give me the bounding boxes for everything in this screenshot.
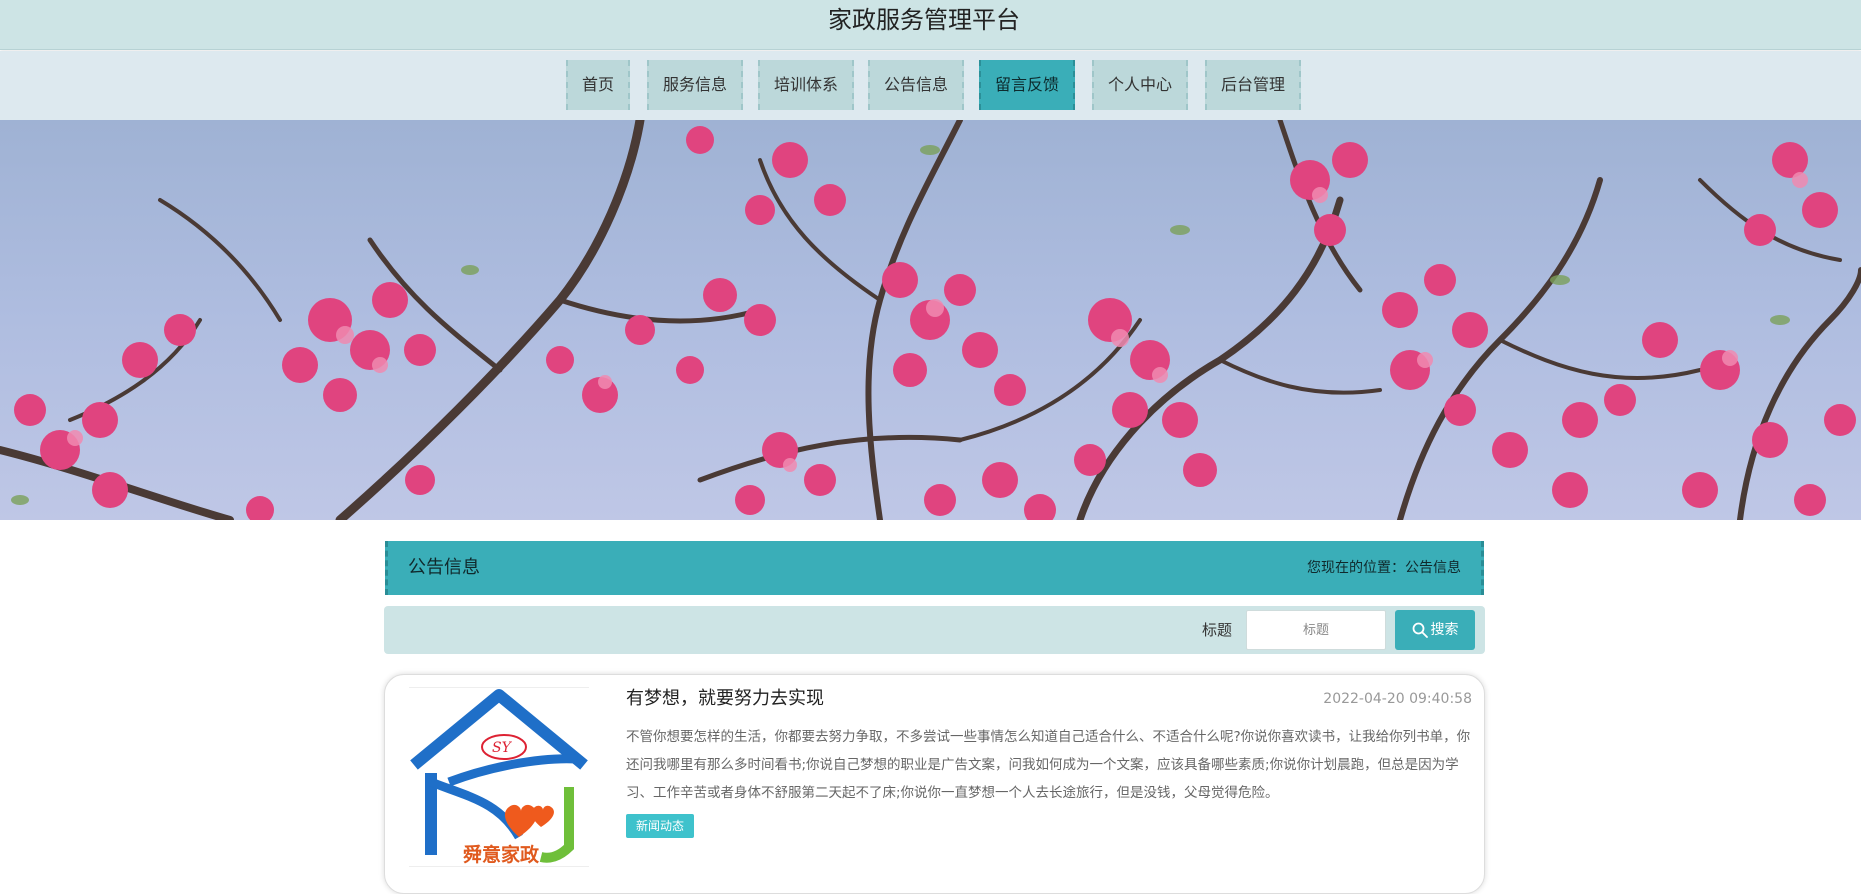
company-logo: SY 舜意家政 — [409, 686, 589, 868]
site-title: 家政服务管理平台 — [828, 6, 1020, 34]
nav-item-announcements[interactable]: 公告信息 — [868, 60, 964, 110]
nav-item-services[interactable]: 服务信息 — [647, 60, 743, 110]
news-card[interactable]: SY 舜意家政 有梦想，就要努力去实现 2022-04-20 09:40:58 … — [384, 674, 1485, 894]
nav-item-personal-center[interactable]: 个人中心 — [1092, 60, 1188, 110]
search-button-label: 搜索 — [1430, 622, 1459, 638]
search-label: 标题 — [1202, 621, 1233, 639]
cherry-blossom-illustration — [0, 120, 1861, 520]
logo-mark-text: SY — [492, 740, 513, 756]
nav-item-admin[interactable]: 后台管理 — [1205, 60, 1301, 110]
news-title[interactable]: 有梦想，就要努力去实现 — [626, 687, 824, 711]
section-title: 公告信息 — [408, 557, 480, 578]
search-button[interactable]: 搜索 — [1395, 610, 1475, 650]
logo-text: 舜意家政 — [463, 843, 540, 866]
news-excerpt: 不管你想要怎样的生活，你都要去努力争取，不多尝试一些事情怎么知道自己适合什么、不… — [626, 729, 1471, 801]
news-date: 2022-04-20 09:40:58 — [1323, 691, 1472, 707]
section-header: 公告信息 您现在的位置：公告信息 — [385, 541, 1484, 595]
breadcrumb: 您现在的位置：公告信息 — [1307, 560, 1461, 576]
magnifier-icon — [1412, 622, 1428, 638]
nav-item-feedback[interactable]: 留言反馈 — [979, 60, 1075, 110]
news-thumbnail[interactable]: SY 舜意家政 — [409, 686, 589, 868]
nav-item-training[interactable]: 培训体系 — [758, 60, 854, 110]
banner-image — [0, 120, 1861, 520]
search-bar: 标题 搜索 — [384, 606, 1485, 654]
search-input[interactable] — [1246, 610, 1386, 650]
nav-item-home[interactable]: 首页 — [566, 60, 630, 110]
main-nav: 首页 服务信息 培训体系 公告信息 留言反馈 个人中心 后台管理 — [0, 51, 1861, 120]
news-tag[interactable]: 新闻动态 — [626, 814, 695, 838]
top-header: 家政服务管理平台 — [0, 0, 1861, 50]
